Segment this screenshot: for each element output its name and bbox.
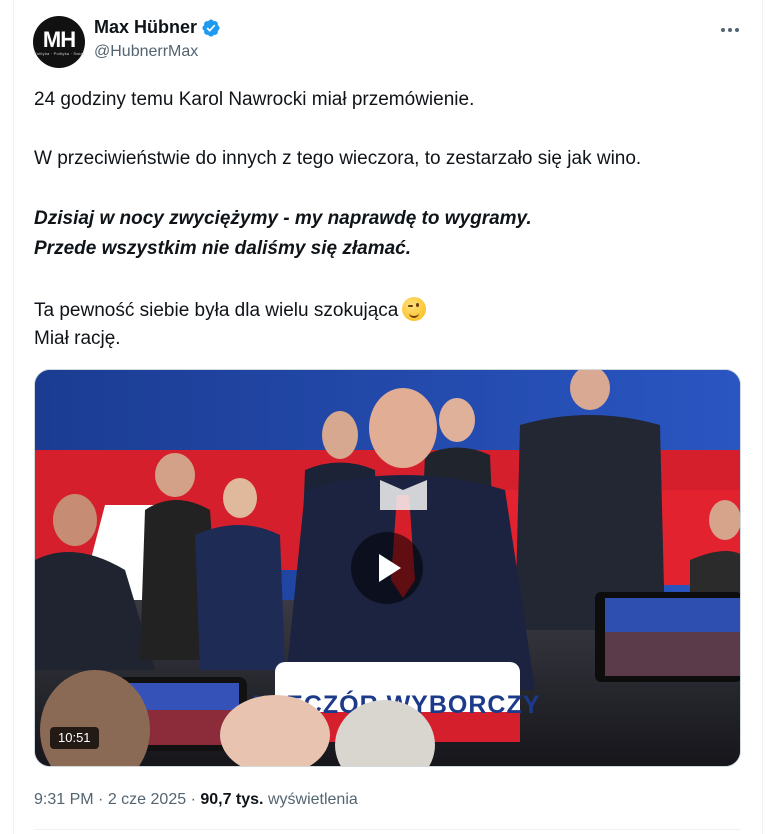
tweet-text-line-4: Miał rację. [34, 328, 121, 349]
avatar-subtext: Polityka · Polityka · Świat [33, 50, 85, 56]
more-options-icon[interactable] [718, 18, 742, 42]
tweet-text-line-1: 24 godziny temu Karol Nawrocki miał prze… [34, 89, 475, 110]
author-name-row: Max Hübner [94, 17, 221, 38]
tweet-text-line-3-row: Ta pewność siebie była dla wielu szokują… [34, 297, 427, 323]
video-duration: 10:51 [50, 727, 99, 749]
tweet-date[interactable]: 2 cze 2025 [108, 791, 186, 808]
verified-badge-icon [202, 18, 220, 37]
author-handle[interactable]: @HubnerrMax [94, 43, 198, 61]
meta-separator: · [98, 791, 104, 808]
views-count: 90,7 tys. [200, 791, 264, 808]
avatar-monogram: MH [42, 26, 76, 52]
tweet-meta: 9:31 PM · 2 cze 2025 · 90,7 tys. wyświet… [34, 791, 358, 809]
views-label: wyświetlenia [267, 791, 358, 808]
tweet-text-line-2: W przeciwieństwie do innych z tego wiecz… [34, 148, 642, 169]
author-name[interactable]: Max Hübner [94, 17, 197, 38]
meta-separator: · [190, 791, 196, 808]
avatar[interactable]: MH Polityka · Polityka · Świat [33, 16, 85, 68]
play-icon [379, 554, 401, 582]
winking-face-icon [402, 297, 427, 321]
divider [34, 829, 741, 830]
tweet-quote-line-1: Dzisiaj w nocy zwyciężymy - my naprawdę … [34, 208, 532, 229]
tweet-quote-line-2: Przede wszystkim nie daliśmy się złamać. [34, 238, 412, 259]
tweet-time[interactable]: 9:31 PM [34, 791, 94, 808]
play-button[interactable] [351, 532, 423, 604]
tweet-text-line-3: Ta pewność siebie była dla wielu szokują… [34, 300, 399, 321]
